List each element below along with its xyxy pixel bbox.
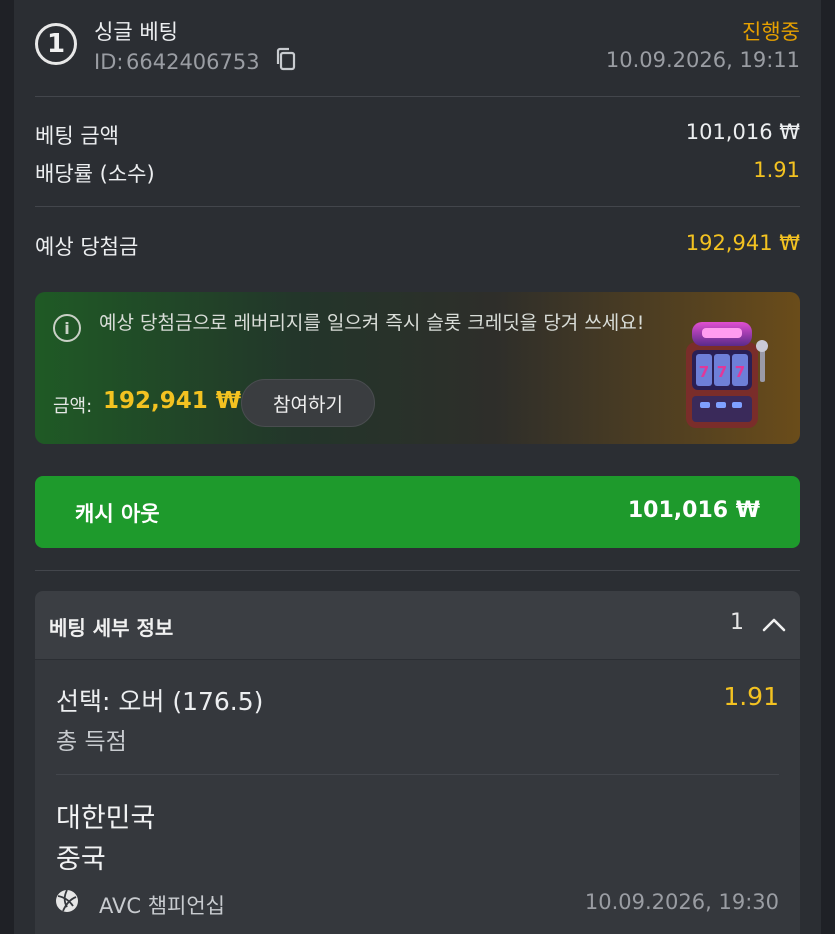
- league-name: AVC 챔피언십: [99, 894, 226, 918]
- divider: [35, 96, 800, 97]
- team-away: 중국: [56, 844, 106, 875]
- svg-text:7: 7: [735, 363, 745, 381]
- bet-details-toggle[interactable]: 베팅 세부 정보 1: [35, 591, 800, 659]
- slot-credit-promo: i 예상 당첨금으로 레버리지를 일으켜 즉시 슬롯 크레딧을 당겨 쓰세요! …: [35, 292, 800, 444]
- svg-text:7: 7: [717, 363, 727, 381]
- divider: [35, 570, 800, 571]
- potential-win-label: 예상 당첨금: [35, 235, 139, 259]
- bet-card: 1 싱글 베팅 ID: 6642406753 진행중 10.09.2026, 1…: [14, 0, 821, 934]
- bet-details-body: 선택: 오버 (176.5) 1.91 총 득점 대한민국 중국 AVC 챔피언…: [35, 660, 800, 934]
- cashout-value: 101,016 ₩: [627, 498, 760, 523]
- selection-odds: 1.91: [723, 682, 779, 711]
- potential-win-value: 192,941 ₩: [685, 231, 800, 255]
- promo-text: 예상 당첨금으로 레버리지를 일으켜 즉시 슬롯 크레딧을 당겨 쓰세요!: [99, 312, 645, 334]
- info-icon: i: [53, 314, 81, 342]
- bet-id-value: 6642406753: [126, 50, 260, 74]
- promo-amount-label: 금액:: [53, 396, 93, 417]
- bet-datetime: 10.09.2026, 19:11: [605, 48, 800, 72]
- market-name: 총 득점: [56, 729, 127, 755]
- divider: [56, 774, 779, 775]
- divider: [35, 206, 800, 207]
- bet-details-count: 1: [730, 610, 744, 635]
- bet-status: 진행중: [742, 20, 800, 44]
- copy-icon[interactable]: [275, 47, 297, 71]
- bet-number-badge: 1: [35, 23, 77, 65]
- cashout-button[interactable]: 캐시 아웃 101,016 ₩: [35, 476, 800, 548]
- bet-id-label: ID:: [94, 50, 124, 74]
- join-button[interactable]: 참여하기: [241, 379, 375, 427]
- slot-machine-icon: 7 7 7: [686, 322, 768, 428]
- cashout-label: 캐시 아웃: [75, 502, 160, 526]
- volleyball-icon: [56, 889, 78, 912]
- odds-label: 배당률 (소수): [35, 162, 155, 186]
- stake-value: 101,016 ₩: [685, 120, 800, 144]
- bet-details-title: 베팅 세부 정보: [49, 616, 174, 640]
- stake-label: 베팅 금액: [35, 124, 119, 148]
- selection-text: 선택: 오버 (176.5): [56, 687, 264, 716]
- svg-text:7: 7: [699, 363, 709, 381]
- odds-value: 1.91: [753, 158, 800, 182]
- bet-type: 싱글 베팅: [94, 20, 178, 44]
- promo-amount-value: 192,941 ₩: [103, 388, 242, 414]
- team-home: 대한민국: [56, 803, 156, 834]
- chevron-up-icon: [762, 618, 786, 632]
- match-datetime: 10.09.2026, 19:30: [584, 890, 779, 914]
